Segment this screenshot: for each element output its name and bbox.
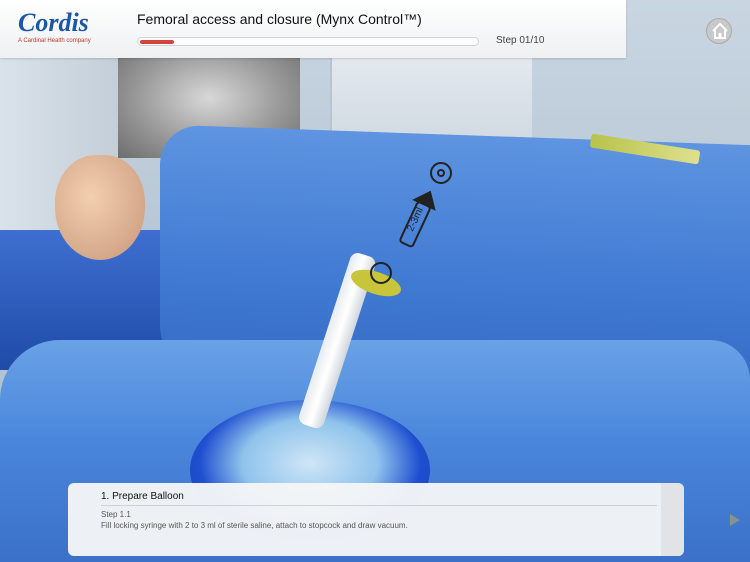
- logo-text: Cordis: [18, 8, 89, 37]
- instruction-panel: 1. Prepare Balloon Step 1.1 Fill locking…: [68, 483, 684, 556]
- stopcock-target-marker[interactable]: [430, 162, 452, 184]
- patient-head: [55, 155, 145, 260]
- step-counter-text: Step 01/10: [496, 35, 545, 46]
- logo-subtext: A Cardinal Health company: [18, 38, 91, 44]
- procedure-scene: 2-3ml: [0, 0, 750, 562]
- syringe-lock-marker[interactable]: [370, 262, 392, 284]
- panel-divider: [101, 505, 657, 506]
- substep-label: Step 1.1: [101, 510, 131, 519]
- step-title: 1. Prepare Balloon: [101, 491, 184, 502]
- next-step-button[interactable]: [730, 514, 740, 526]
- instruction-text: Fill locking syringe with 2 to 3 ml of s…: [101, 521, 408, 530]
- top-header: Cordis A Cardinal Health company Femoral…: [0, 0, 626, 58]
- home-icon: [712, 22, 728, 39]
- procedure-title: Femoral access and closure (Mynx Control…: [137, 11, 422, 27]
- step-counter: Step 01/10: [496, 35, 544, 46]
- progress-fill: [140, 40, 174, 44]
- panel-side-tab[interactable]: [661, 483, 684, 556]
- home-button[interactable]: [706, 18, 732, 44]
- progress-bar: [137, 37, 479, 46]
- cordis-logo: Cordis A Cardinal Health company: [18, 10, 116, 50]
